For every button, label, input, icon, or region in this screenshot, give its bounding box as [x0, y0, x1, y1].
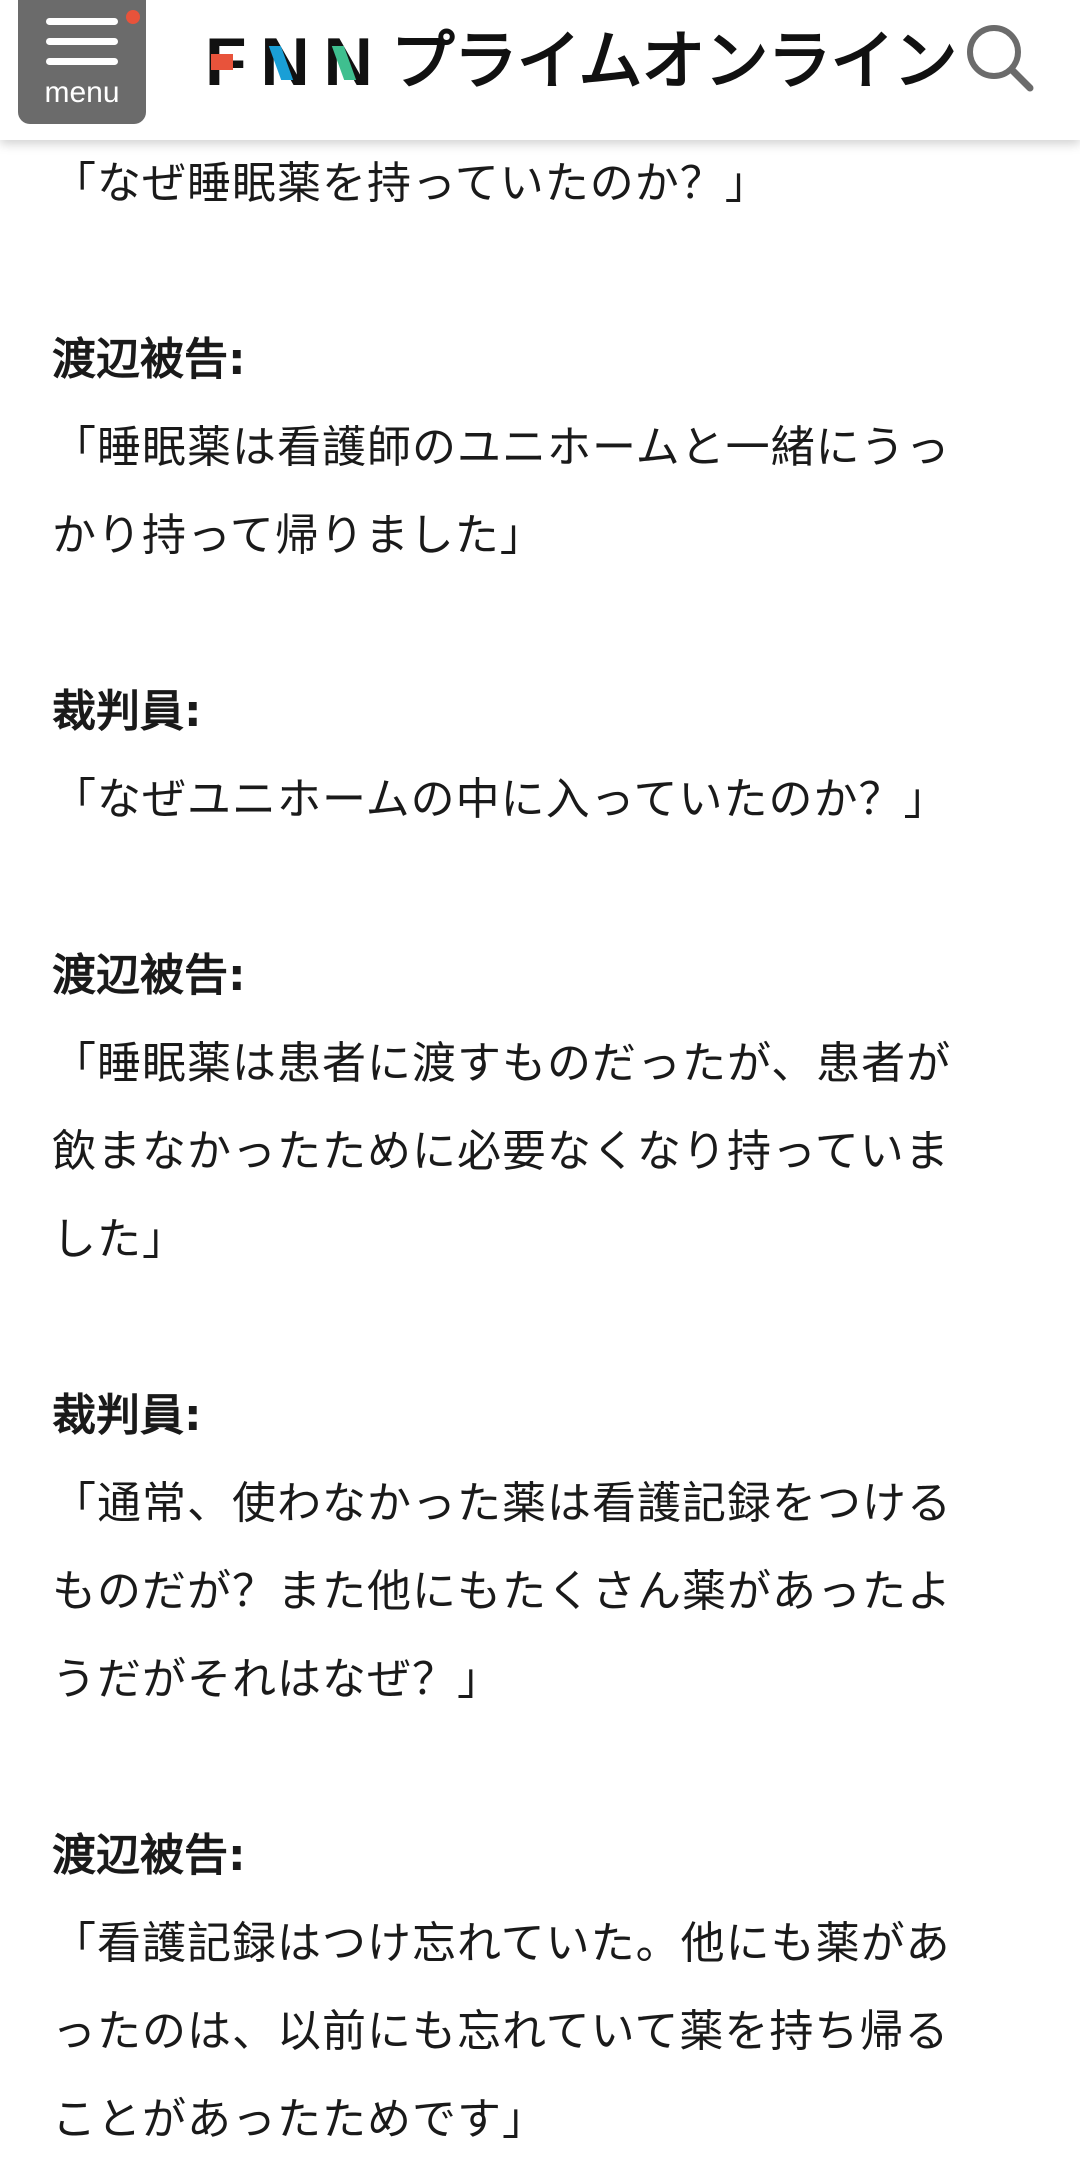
hamburger-icon	[46, 18, 118, 25]
logo-letter-f: F	[205, 28, 247, 96]
site-header: menu F N N プライムオンライン	[0, 0, 1080, 140]
fnn-logo-mark: F N N	[205, 28, 373, 96]
logo-letter-n1: N	[261, 28, 310, 96]
hamburger-icon-bar	[46, 58, 118, 65]
hamburger-icon-bar	[46, 38, 118, 45]
logo-text: プライムオンライン	[390, 25, 958, 99]
menu-label: menu	[44, 76, 120, 109]
dialogue-line: かり持って帰りました」	[52, 510, 545, 561]
logo-accent-red	[211, 54, 233, 70]
dialogue-line: 「看護記録はつけ忘れていた。他にも薬があ	[52, 1918, 951, 1969]
search-icon	[967, 25, 1034, 92]
dialogue-line: 「睡眠薬は患者に渡すものだったが、患者が	[52, 1038, 952, 1089]
dialogue-line: 「睡眠薬は看護師のユニホームと一緒にうっ	[52, 422, 951, 473]
dialogue-line: 飲まなかったために必要なくなり持っていま	[52, 1126, 950, 1177]
dialogue-line: ものだが？また他にもたくさん薬があったよ	[52, 1566, 952, 1617]
article-body: 「なぜ睡眠薬を持っていたのか？」 渡辺被告: 「睡眠薬は看護師のユニホームと一緒…	[52, 140, 1032, 2164]
speaker-label: 裁判員:	[52, 686, 202, 737]
menu-button[interactable]: menu	[18, 0, 146, 124]
dialogue-line: 「なぜ睡眠薬を持っていたのか？」	[52, 158, 770, 209]
dialogue-line: 「通常、使わなかった薬は看護記録をつける	[52, 1478, 952, 1529]
search-button[interactable]	[960, 18, 1040, 98]
speaker-label: 裁判員:	[52, 1390, 202, 1441]
dialogue-line: ったのは、以前にも忘れていて薬を持ち帰る	[52, 2006, 950, 2057]
dialogue-line: ことがあったためです」	[52, 2094, 547, 2145]
notification-dot	[126, 10, 140, 24]
speaker-label: 渡辺被告:	[52, 950, 246, 1001]
dialogue-line: した」	[52, 1214, 187, 1265]
speaker-label: 渡辺被告:	[52, 1830, 246, 1881]
dialogue-line: 「なぜユニホームの中に入っていたのか？」	[52, 774, 949, 825]
dialogue-line: うだがそれはなぜ？」	[52, 1654, 502, 1705]
speaker-label: 渡辺被告:	[52, 334, 246, 385]
logo-letter-n2: N	[324, 28, 373, 96]
site-logo[interactable]: F N N プライムオンライン	[205, 22, 957, 102]
